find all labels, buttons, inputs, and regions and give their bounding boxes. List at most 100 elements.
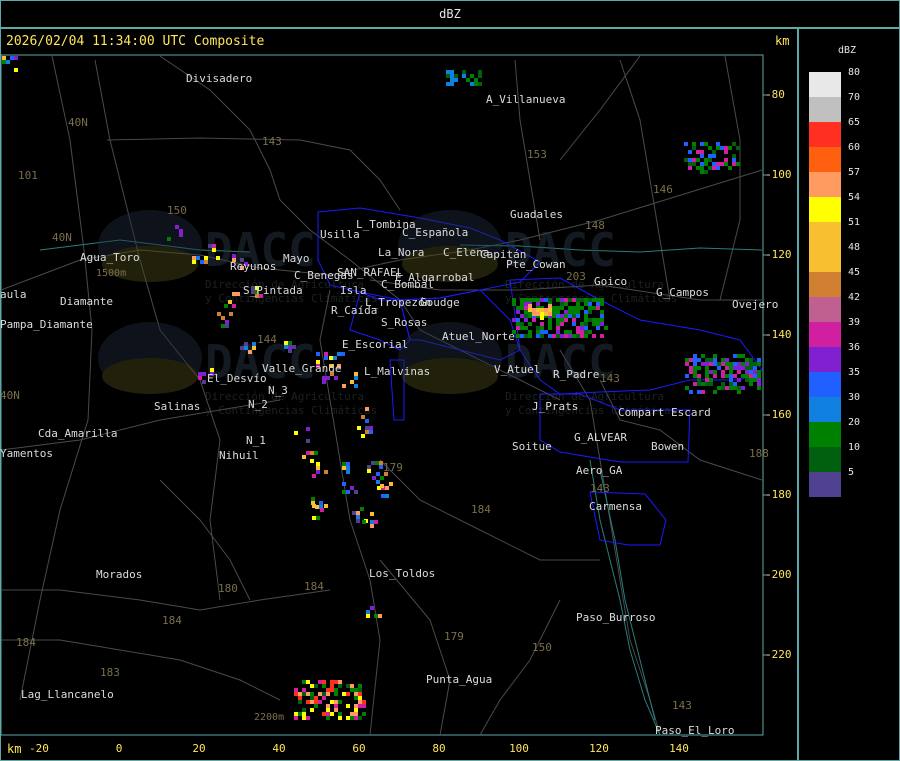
- echo-cell: [749, 374, 753, 378]
- legend-swatch: [809, 397, 841, 422]
- road-number: 144: [257, 333, 277, 346]
- echo-cell: [380, 484, 384, 488]
- echo-cell: [708, 158, 712, 162]
- echo-cell: [319, 501, 323, 505]
- echo-cell: [322, 376, 326, 380]
- rivers: [39, 239, 763, 736]
- radar-map[interactable]: DACCDirección de Agriculturay Contingenc…: [0, 0, 900, 761]
- legend-swatch: [809, 247, 841, 272]
- legend-label: 36: [848, 342, 861, 353]
- echo-cell: [705, 378, 709, 382]
- echo-cell: [316, 470, 320, 474]
- echo-cell: [462, 70, 466, 74]
- echo-cell: [342, 490, 346, 494]
- echo-cell: [350, 486, 354, 490]
- echo-cell: [701, 362, 705, 366]
- echo-cell: [705, 362, 709, 366]
- echo-cell: [688, 166, 692, 170]
- echo-cell: [685, 362, 689, 366]
- place-label: Bowen: [651, 440, 684, 453]
- echo-cell: [697, 358, 701, 362]
- echo-cell: [709, 382, 713, 386]
- echo-cell: [516, 310, 520, 314]
- echo-cell: [316, 462, 320, 466]
- place-label: Diamante: [60, 295, 113, 308]
- y-tick: -100: [765, 168, 792, 181]
- echo-cell: [221, 324, 225, 328]
- echo-cell: [684, 142, 688, 146]
- echo-cell: [516, 322, 520, 326]
- echo-cell: [704, 170, 708, 174]
- echo-cell: [560, 302, 564, 306]
- echo-cell: [298, 692, 302, 696]
- echo-cell: [596, 298, 600, 302]
- dacc-line2: y Contingencias Climáticas: [205, 404, 377, 417]
- legend-swatch: [809, 322, 841, 347]
- echo-cell: [346, 462, 350, 466]
- echo-cell: [292, 345, 296, 349]
- echo-cell: [316, 466, 320, 470]
- place-label: Usilla: [320, 228, 360, 241]
- echo-cell: [338, 716, 342, 720]
- echo-cell: [512, 302, 516, 306]
- legend-swatch: [809, 122, 841, 147]
- echo-cell: [338, 712, 342, 716]
- road-number: 40N: [0, 389, 20, 402]
- legend-swatch: [809, 422, 841, 447]
- echo-cell: [753, 362, 757, 366]
- echo-cell: [208, 244, 212, 248]
- road-number: 40N: [52, 231, 72, 244]
- echo-cell: [572, 310, 576, 314]
- echo-cell: [478, 74, 482, 78]
- echo-cell: [312, 516, 316, 520]
- echo-cell: [716, 142, 720, 146]
- echo-cell: [721, 362, 725, 366]
- echo-cell: [689, 358, 693, 362]
- echo-cell: [745, 358, 749, 362]
- echo-cell: [753, 374, 757, 378]
- road-number: 146: [653, 183, 673, 196]
- echo-cell: [576, 330, 580, 334]
- echo-cell: [369, 430, 373, 434]
- echo-cell: [352, 511, 356, 515]
- echo-cell: [302, 688, 306, 692]
- echo-cell: [556, 334, 560, 338]
- echo-cell: [745, 370, 749, 374]
- echo-cell: [693, 362, 697, 366]
- echo-cell: [528, 308, 532, 312]
- place-label: R_Padre: [553, 368, 599, 381]
- echo-cell: [604, 326, 608, 330]
- legend-label: 45: [848, 267, 861, 278]
- echo-cell: [450, 70, 454, 74]
- echo-cell: [478, 82, 482, 86]
- echo-cell: [572, 314, 576, 318]
- echo-cell: [342, 692, 346, 696]
- echo-cell: [357, 426, 361, 430]
- legend-label: 5: [848, 467, 855, 478]
- echo-cell: [320, 508, 324, 512]
- echo-cell: [685, 374, 689, 378]
- echo-cell: [326, 376, 330, 380]
- echo-cell: [516, 326, 520, 330]
- legend-swatch: [809, 372, 841, 397]
- echo-cell: [548, 334, 552, 338]
- echo-cell: [564, 334, 568, 338]
- echo-cell: [310, 708, 314, 712]
- echo-cell: [548, 318, 552, 322]
- x-tick: 140: [669, 742, 689, 755]
- echo-cell: [342, 462, 346, 466]
- echo-cell: [704, 142, 708, 146]
- echo-cell: [326, 712, 330, 716]
- echo-cell: [346, 470, 350, 474]
- echo-cell: [721, 358, 725, 362]
- place-label: Punta_Agua: [426, 673, 492, 686]
- echo-cell: [302, 712, 306, 716]
- echo-cell: [350, 688, 354, 692]
- echo-cell: [288, 349, 292, 353]
- echo-cell: [375, 461, 379, 465]
- echo-cell: [367, 465, 371, 469]
- echo-cell: [520, 306, 524, 310]
- echo-cell: [466, 78, 470, 82]
- echo-cell: [584, 322, 588, 326]
- echo-cell: [568, 310, 572, 314]
